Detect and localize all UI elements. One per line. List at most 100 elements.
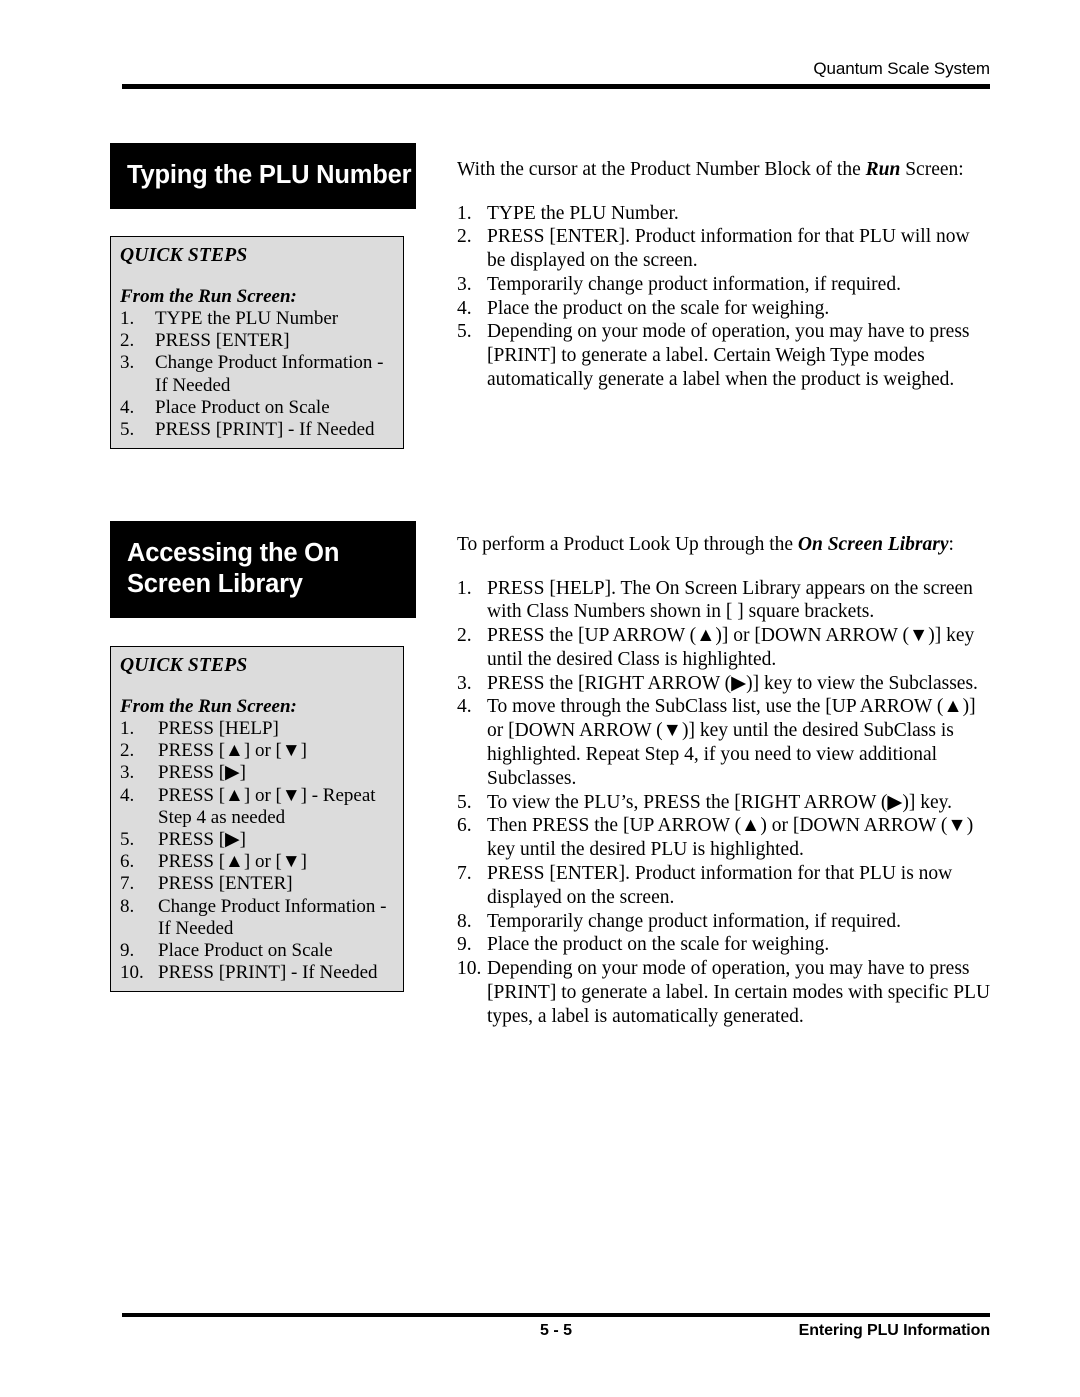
quick-steps-box-on-screen-library: QUICK STEPS From the Run Screen: 1. PRESS… (110, 646, 404, 993)
list-item-number: 6. (457, 815, 472, 837)
footer-rule (122, 1313, 990, 1317)
list-item-number: 2. (457, 625, 472, 647)
list-item-text: PRESS [ENTER]. Product information for t… (487, 226, 970, 272)
list-item-text: PRESS [HELP]. The On Screen Library appe… (487, 577, 973, 623)
list-item: 5. To view the PLU’s, PRESS the [RIGHT AR… (457, 791, 991, 815)
list-item-number: 6. (120, 851, 135, 873)
list-item: 3. PRESS the [RIGHT ARROW (▶)] key to vie… (457, 672, 991, 696)
list-item: 10. PRESS [PRINT] - If Needed (120, 962, 397, 984)
quick-steps-list-on-screen-library: 1. PRESS [HELP] 2. PRESS [▲] or [▼] 3. PRESS … (120, 718, 397, 984)
list-item-number: 7. (457, 863, 472, 885)
list-item-text: Depending on your mode of operation, you… (487, 958, 991, 1027)
list-item-number: 8. (120, 895, 135, 917)
section-2-steps-list: 1. PRESS [HELP]. The On Screen Library ap… (457, 577, 991, 1029)
list-item-text: Temporarily change product information, … (487, 910, 901, 932)
list-item-text: Place the product on the scale for weigh… (487, 297, 830, 319)
list-item-text: PRESS the [RIGHT ARROW (▶)] key to view … (487, 672, 978, 694)
list-item: 1. PRESS [HELP] (120, 718, 397, 740)
section-1-intro: With the cursor at the Product Number Bl… (457, 159, 964, 180)
list-item-number: 9. (457, 934, 472, 956)
quick-steps-box-typing-plu: QUICK STEPS From the Run Screen: 1. TYPE … (110, 236, 404, 450)
list-item-number: 5. (120, 419, 135, 441)
list-item-number: 1. (120, 718, 135, 739)
list-item-number: 1. (457, 202, 472, 224)
list-item-text: PRESS [HELP] (158, 718, 279, 739)
list-item: 5. PRESS [PRINT] - If Needed (120, 419, 397, 441)
list-item-number: 5. (457, 321, 472, 343)
page-footer: 5 - 5 Entering PLU Information (122, 1313, 990, 1346)
list-item: 4. Place Product on Scale (120, 397, 397, 419)
list-item: 4. Place the product on the scale for wei… (457, 297, 991, 321)
list-item-number: 3. (120, 352, 135, 374)
list-item-text: PRESS the [UP ARROW (▲)] or [DOWN ARROW … (487, 625, 975, 670)
list-item-text: TYPE the PLU Number (155, 308, 339, 329)
list-item: 8. Change Product Information - If Needed (120, 896, 397, 940)
section-1-left-column: Typing the PLU Number QUICK STEPS From t… (110, 143, 416, 450)
list-item-text: TYPE the PLU Number. (487, 202, 679, 224)
list-item-text: PRESS [ENTER] (158, 873, 293, 895)
list-item: 2. PRESS [ENTER] (120, 330, 397, 352)
section-2-left-column: Accessing the On Screen Library QUICK ST… (110, 521, 416, 993)
list-item-number: 4. (457, 696, 472, 718)
list-item-number: 1. (120, 308, 135, 329)
list-item-number: 4. (120, 784, 135, 806)
list-item-text: Depending on your mode of operation, you… (487, 321, 970, 391)
list-item: 8. Temporarily change product information… (457, 910, 991, 934)
quick-steps-subtitle: From the Run Screen: (120, 696, 297, 717)
list-item: 4. PRESS [▲] or [▼] - Repeat Step 4 as ne… (120, 785, 397, 829)
list-item-text: PRESS [▲] or [▼] (158, 740, 307, 762)
list-item-number: 1. (457, 577, 472, 599)
list-item-text: PRESS [PRINT] - If Needed (158, 962, 378, 984)
list-item-text: Change Product Information - If Needed (158, 895, 387, 939)
list-item-text: To view the PLU’s, PRESS the [RIGHT ARRO… (487, 791, 953, 813)
list-item-number: 2. (120, 330, 135, 352)
list-item-number: 5. (457, 791, 472, 813)
list-item: 5. PRESS [▶] (120, 829, 397, 851)
list-item-number: 2. (120, 740, 135, 762)
list-item: 2. PRESS [ENTER]. Product information for… (457, 225, 991, 273)
list-item-number: 8. (457, 910, 472, 932)
section-1-steps-list: 1. TYPE the PLU Number. 2. PRESS [ENTER]. P… (457, 202, 991, 392)
list-item-number: 4. (457, 297, 472, 319)
list-item-text: PRESS [PRINT] - If Needed (155, 419, 375, 441)
list-item-text: PRESS [▲] or [▼] - Repeat Step 4 as need… (158, 784, 376, 828)
list-item: 7. PRESS [ENTER] (120, 873, 397, 895)
list-item: 3. Change Product Information - If Needed (120, 352, 397, 396)
section-banner-on-screen-library: Accessing the On Screen Library (110, 521, 416, 618)
quick-steps-title: QUICK STEPS (120, 655, 248, 676)
header-rule (122, 84, 990, 89)
page-header: Quantum Scale System (122, 58, 990, 89)
list-item-text: To move through the SubClass list, use t… (487, 696, 976, 789)
list-item: 6. Then PRESS the [UP ARROW (▲) or [DOWN … (457, 814, 991, 862)
list-item-number: 2. (457, 226, 472, 248)
list-item-number: 3. (120, 762, 135, 784)
list-item-text: PRESS [▶] (158, 829, 246, 851)
list-item-number: 10. (120, 962, 144, 984)
list-item-text: Place the product on the scale for weigh… (487, 934, 830, 956)
list-item-text: PRESS [▶] (158, 762, 246, 784)
list-item-text: Place Product on Scale (155, 396, 330, 418)
list-item: 10. Depending on your mode of operation, … (457, 957, 991, 1028)
list-item: 7. PRESS [ENTER]. Product information for… (457, 862, 991, 910)
list-item-text: PRESS [▲] or [▼] (158, 851, 307, 873)
list-item: 5. Depending on your mode of operation, y… (457, 320, 991, 391)
quick-steps-title: QUICK STEPS (120, 245, 248, 266)
list-item-text: PRESS [ENTER] (155, 330, 290, 352)
list-item: 9. Place the product on the scale for wei… (457, 933, 991, 957)
list-item: 1. PRESS [HELP]. The On Screen Library ap… (457, 577, 991, 625)
section-1-right-column: With the cursor at the Product Number Bl… (457, 158, 991, 392)
list-item-number: 7. (120, 873, 135, 895)
list-item-text: PRESS [ENTER]. Product information for t… (487, 863, 953, 908)
list-item: 1. TYPE the PLU Number. (457, 202, 991, 226)
manual-page: Quantum Scale System Typing the PLU Numb… (0, 0, 1080, 1397)
list-item-text: Temporarily change product information, … (487, 273, 901, 295)
list-item: 1. TYPE the PLU Number (120, 308, 397, 330)
list-item: 9. Place Product on Scale (120, 940, 397, 962)
list-item: 2. PRESS [▲] or [▼] (120, 740, 397, 762)
running-title: Quantum Scale System (813, 59, 990, 78)
quick-steps-list-typing-plu: 1. TYPE the PLU Number 2. PRESS [ENTER] 3. Ch… (120, 308, 397, 441)
list-item-number: 3. (457, 273, 472, 295)
list-item: 3. PRESS [▶] (120, 762, 397, 784)
list-item-text: Place Product on Scale (158, 940, 333, 962)
list-item: 3. Temporarily change product information… (457, 273, 991, 297)
